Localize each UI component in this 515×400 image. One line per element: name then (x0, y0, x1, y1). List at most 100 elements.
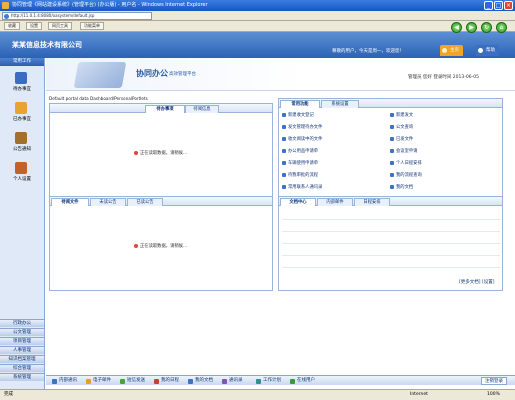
quick-link[interactable]: 公文查询 (390, 124, 413, 130)
sidebar: 常用工作 待办事宜 已办事宜 公告通知 个人设置 行政办公 公文管理 项目管理 … (0, 58, 45, 391)
loading-icon (134, 243, 138, 248)
home-button[interactable]: 主页 (440, 45, 463, 56)
address-bar-row: http://11.0.1.4:8080/oasystem/default.js… (0, 11, 515, 21)
ie-page-icon (4, 14, 9, 19)
address-bar[interactable]: http://11.0.1.4:8080/oasystem/default.js… (2, 12, 152, 20)
toolbar-documents[interactable]: 我的文档 (188, 377, 213, 385)
sms-icon (120, 379, 125, 384)
maximize-button[interactable]: □ (494, 1, 503, 10)
more-documents-link[interactable]: [更多文档] [设置] (459, 279, 494, 285)
sidebar-item-label: 已办事宜 (13, 117, 31, 122)
tab-to-read[interactable]: 待阅信息 (185, 105, 219, 113)
tab-internal-mail[interactable]: 内部邮件 (317, 198, 353, 206)
status-bar: 完成 Internet 100% (0, 389, 515, 400)
logout-button[interactable]: 注销登录 (481, 377, 507, 385)
zoom-level[interactable]: 100% (487, 390, 500, 400)
quick-link[interactable]: 待我审批的流程 (282, 172, 318, 178)
doc-icon (188, 379, 193, 384)
inbox-icon (15, 72, 27, 84)
forward-icon[interactable]: ▶ (466, 22, 477, 33)
app-header: ◀ ▶ ↻ ⌂ 某某信息技术有限公司 尊敬的用户，今天是周一，欢迎您！ 主页 帮… (0, 22, 515, 58)
sidebar-bottom-menu: 行政办公 公文管理 项目管理 人事管理 知识档案管理 综合管理 系统管理 (0, 319, 44, 382)
home-icon[interactable]: ⌂ (496, 22, 507, 33)
tab-read-notices[interactable]: 已读公告 (127, 198, 163, 206)
menu-hr[interactable]: 人事管理 (0, 346, 44, 354)
menu-knowledge[interactable]: 知识档案管理 (0, 355, 44, 363)
minimize-button[interactable]: _ (484, 1, 493, 10)
menu-general[interactable]: 综合管理 (0, 364, 44, 372)
quick-link[interactable]: 个人日程安排 (390, 160, 422, 166)
toolbar-plan[interactable]: 工作计划 (256, 377, 281, 385)
back-icon[interactable]: ◀ (451, 22, 462, 33)
panel-header: 待办事项 待阅信息 (50, 104, 272, 113)
doc-icon (390, 160, 394, 165)
menu-system[interactable]: 系统管理 (0, 373, 44, 381)
tab-unread-notices[interactable]: 未读公告 (90, 198, 126, 206)
favorites-button[interactable]: 收藏 (4, 22, 20, 30)
toolbar-contacts[interactable]: 通讯录 (222, 377, 243, 385)
sidebar-item-settings[interactable]: 个人设置 (0, 162, 44, 190)
browser-toolbar: 收藏 设置 网页工具 功能菜单 (0, 21, 515, 32)
quick-link[interactable]: 新建发文 (390, 112, 413, 118)
refresh-icon[interactable]: ↻ (481, 22, 492, 33)
sidebar-item-label: 待办事宜 (13, 87, 31, 92)
quick-link[interactable]: 已发文件 (390, 136, 413, 142)
settings-button[interactable]: 设置 (26, 22, 42, 30)
doc-icon (282, 124, 286, 129)
sidebar-item-label: 个人设置 (13, 177, 31, 182)
window-title: 协同管理《网站建设系统》(管理平台) (办公版) - 用户名 - Windows… (12, 2, 208, 8)
doc-icon (282, 148, 286, 153)
doc-icon (282, 184, 286, 189)
tab-todo[interactable]: 待办事项 (145, 105, 185, 113)
welcome-text: 尊敬的用户，今天是周一，欢迎您！ (332, 49, 404, 54)
tab-to-read-files[interactable]: 待阅文件 (51, 198, 89, 206)
quick-link[interactable]: 办公用品申请单 (282, 148, 318, 154)
help-button-label: 帮助 (486, 48, 495, 53)
quick-link[interactable]: 新建收文登记 (282, 112, 314, 118)
sidebar-item-done[interactable]: 已办事宜 (0, 102, 44, 130)
toolbar-mail[interactable]: 电子邮件 (86, 377, 111, 385)
panel-header: 待阅文件 未读公告 已读公告 (50, 197, 272, 206)
quick-link[interactable]: 常用联系人通讯录 (282, 184, 322, 190)
toolbar-chat[interactable]: 内部通讯 (52, 377, 77, 385)
list-divider (282, 231, 500, 232)
doc-icon (390, 148, 394, 153)
quick-link[interactable]: 收文阅读中的文件 (282, 136, 322, 142)
close-button[interactable]: × (504, 1, 513, 10)
tab-schedule[interactable]: 日程安排 (354, 198, 390, 206)
panel-header: 文档中心 内部邮件 日程安排 (279, 197, 502, 206)
window-title-bar: 协同管理《网站建设系统》(管理平台) (办公版) - 用户名 - Windows… (0, 0, 515, 11)
doc-icon (282, 136, 286, 141)
sidebar-item-todo[interactable]: 待办事宜 (0, 72, 44, 100)
page-tools-button[interactable]: 网页工具 (48, 22, 72, 30)
plan-icon (256, 379, 261, 384)
tab-common-functions[interactable]: 常用功能 (280, 100, 320, 108)
zone-text: Internet (410, 392, 428, 397)
menu-admin-office[interactable]: 行政办公 (0, 319, 44, 327)
list-divider (282, 267, 500, 268)
quick-link[interactable]: 我的流程查询 (390, 172, 422, 178)
portal-path: Default portal data Dashboard/PersonalPo… (49, 96, 148, 101)
doc-icon (390, 184, 394, 189)
folder-icon (15, 102, 27, 114)
menu-documents[interactable]: 公文管理 (0, 328, 44, 336)
tab-system-settings[interactable]: 系统设置 (321, 100, 359, 108)
menu-projects[interactable]: 项目管理 (0, 337, 44, 345)
quick-link[interactable]: 车辆使用申请单 (282, 160, 318, 166)
function-menu-button[interactable]: 功能菜单 (80, 22, 104, 30)
list-divider (282, 255, 500, 256)
help-button[interactable]: 帮助 (476, 45, 499, 56)
toolbar-calendar[interactable]: 我的日程 (154, 377, 179, 385)
tab-document-center[interactable]: 文档中心 (280, 198, 316, 206)
quick-link[interactable]: 发文管理待办文件 (282, 124, 322, 130)
quick-link[interactable]: 我的文档 (390, 184, 413, 190)
online-icon (290, 379, 295, 384)
sidebar-item-notice[interactable]: 公告通知 (0, 132, 44, 160)
quick-link[interactable]: 会议室申请 (390, 148, 417, 154)
doc-icon (282, 112, 286, 117)
panel-header: 常用功能 系统设置 (279, 99, 502, 108)
toolbar-online[interactable]: 在线用户 (290, 377, 315, 385)
banner: 协同办公 高效管理平台 管理员 您好 登录时间 2013-06-05 (46, 58, 515, 91)
toolbar-sms[interactable]: 短信发送 (120, 377, 145, 385)
calendar-icon (154, 379, 159, 384)
